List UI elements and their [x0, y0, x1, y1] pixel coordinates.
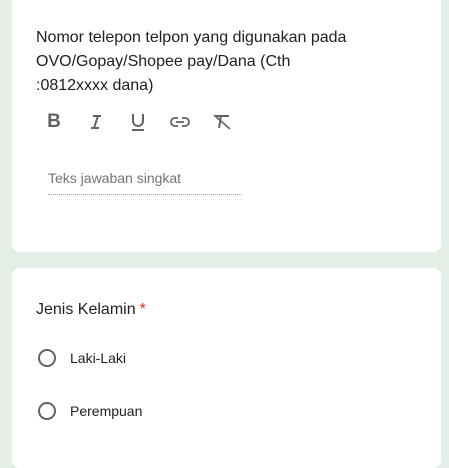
question-title-text: Jenis Kelamin: [36, 301, 136, 318]
radio-button[interactable]: [38, 402, 56, 420]
radio-option-laki-laki[interactable]: Laki-Laki: [38, 349, 126, 367]
question-title: Jenis Kelamin *: [36, 301, 146, 319]
radio-option-perempuan[interactable]: Perempuan: [38, 402, 142, 420]
option-label: Laki-Laki: [70, 350, 127, 366]
question-title: Nomor telepon telpon yang digunakan pada…: [36, 29, 347, 94]
bold-icon[interactable]: B: [36, 107, 72, 137]
radio-button[interactable]: [38, 349, 56, 367]
italic-icon[interactable]: [78, 107, 114, 137]
question-card-phone: Nomor telepon telpon yang digunakan pada…: [12, 0, 441, 252]
short-answer-input[interactable]: Teks jawaban singkat: [48, 170, 242, 195]
link-icon[interactable]: [162, 107, 198, 137]
question-card-gender: Jenis Kelamin * Laki-Laki Perempuan: [12, 268, 441, 468]
option-label: Perempuan: [70, 403, 143, 419]
underline-icon[interactable]: [120, 107, 156, 137]
format-toolbar: B: [36, 107, 246, 137]
required-asterisk: *: [139, 301, 146, 318]
clear-format-icon[interactable]: [204, 107, 240, 137]
